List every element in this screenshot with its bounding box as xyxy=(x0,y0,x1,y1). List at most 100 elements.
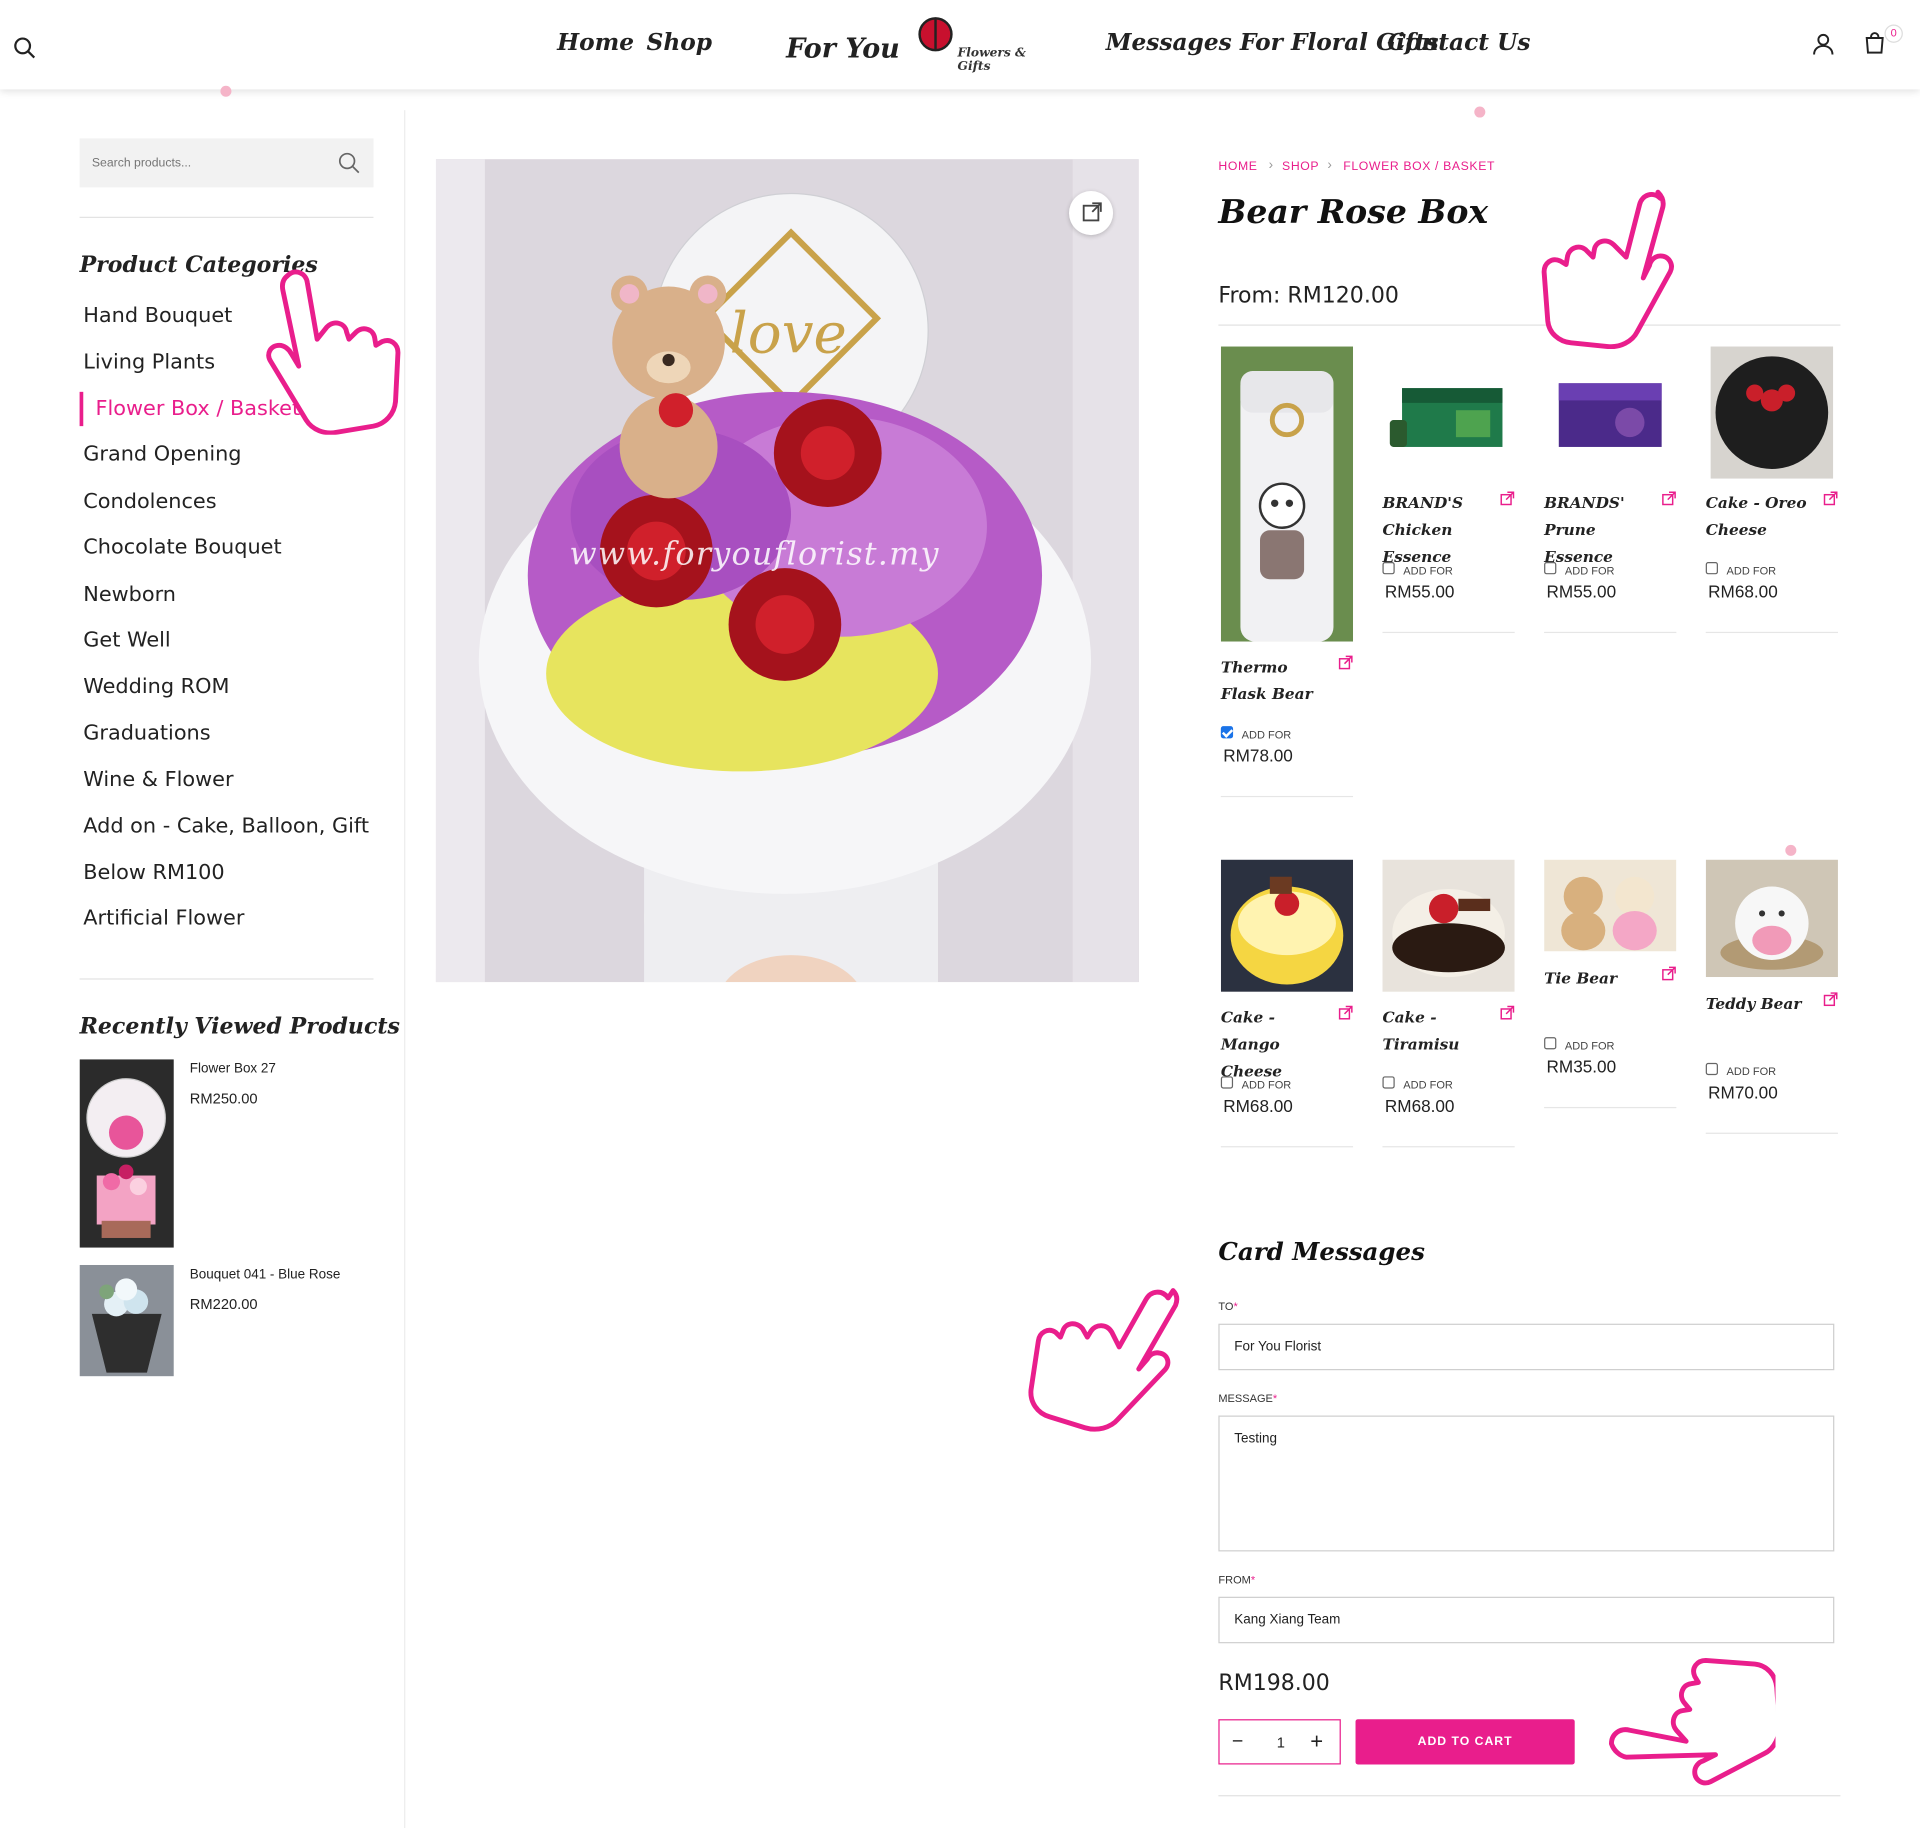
divider xyxy=(1544,631,1677,634)
divider xyxy=(1382,631,1515,634)
addon-image[interactable] xyxy=(1382,859,1515,992)
category-hand-bouquet[interactable]: Hand Bouquet xyxy=(83,304,232,328)
addon-image[interactable] xyxy=(1220,859,1354,992)
recent-product-name[interactable]: Bouquet 041 - Blue Rose xyxy=(190,1267,341,1282)
addon-checkbox[interactable] xyxy=(1220,1076,1234,1089)
addon-image[interactable] xyxy=(1220,346,1354,642)
addon-checkbox[interactable] xyxy=(1544,1037,1557,1050)
fullscreen-button[interactable] xyxy=(1068,191,1114,236)
external-link-icon[interactable] xyxy=(1500,491,1515,506)
add-to-cart-button[interactable]: ADD TO CART xyxy=(1355,1719,1575,1765)
external-link-icon[interactable] xyxy=(1338,655,1353,670)
addon-for-label: ADD FOR xyxy=(1564,1039,1615,1052)
category-chocolate-bouquet[interactable]: Chocolate Bouquet xyxy=(83,535,281,559)
breadcrumb-shop[interactable]: SHOP xyxy=(1282,160,1319,173)
category-living-plants[interactable]: Living Plants xyxy=(83,350,215,374)
addon-checkbox[interactable] xyxy=(1382,562,1395,575)
addon-for-label: ADD FOR xyxy=(1241,728,1292,741)
addon-name[interactable]: BRANDS' Prune Essence xyxy=(1544,490,1654,571)
addon-for-label: ADD FOR xyxy=(1241,1078,1292,1092)
addon-for-label: ADD FOR xyxy=(1726,1065,1777,1078)
message-field[interactable]: Testing xyxy=(1218,1415,1835,1552)
to-field[interactable]: For You Florist xyxy=(1218,1323,1835,1371)
addon-image[interactable] xyxy=(1705,346,1838,479)
from-field[interactable]: Kang Xiang Team xyxy=(1218,1596,1835,1644)
pointing-hand-icon xyxy=(1608,1657,1776,1786)
search-icon[interactable] xyxy=(338,152,360,174)
recent-product-image[interactable] xyxy=(79,1059,174,1248)
breadcrumb-home[interactable]: HOME xyxy=(1218,160,1257,173)
quantity-input[interactable]: 1 xyxy=(1269,1734,1293,1751)
to-label: TO* xyxy=(1218,1300,1238,1313)
nav-shop[interactable]: Shop xyxy=(647,29,713,56)
external-link-icon[interactable] xyxy=(1823,491,1838,506)
message-label: MESSAGE* xyxy=(1218,1392,1278,1405)
recent-product-image[interactable] xyxy=(79,1264,174,1377)
user-icon[interactable] xyxy=(1812,33,1834,55)
external-link-icon[interactable] xyxy=(1500,1005,1515,1020)
addon-name[interactable]: Teddy Bear xyxy=(1706,991,1816,1018)
category-newborn[interactable]: Newborn xyxy=(83,583,176,607)
addon-checkbox[interactable] xyxy=(1382,1076,1395,1089)
cart-icon[interactable] xyxy=(1865,32,1885,54)
addon-price: RM68.00 xyxy=(1384,1095,1455,1116)
quantity-stepper: − 1 + xyxy=(1218,1719,1341,1765)
recently-viewed-heading: Recently Viewed Products xyxy=(79,1013,400,1040)
from-label: FROM* xyxy=(1218,1573,1256,1586)
category-condolences[interactable]: Condolences xyxy=(83,490,216,514)
active-indicator xyxy=(79,391,84,427)
category-grand-opening[interactable]: Grand Opening xyxy=(83,442,241,466)
addon-name[interactable]: BRAND'S Chicken Essence xyxy=(1382,490,1492,571)
external-link-icon[interactable] xyxy=(1662,966,1677,981)
product-search xyxy=(79,138,374,188)
category-add-on[interactable]: Add on - Cake, Balloon, Gift xyxy=(83,814,369,838)
decrease-quantity-button[interactable]: − xyxy=(1232,1731,1243,1753)
addon-name[interactable]: Thermo Flask Bear xyxy=(1221,654,1331,708)
external-link-icon[interactable] xyxy=(1823,992,1838,1007)
addon-image[interactable] xyxy=(1705,859,1838,978)
image-watermark: www.foryouflorist.my xyxy=(569,536,940,574)
addon-name[interactable]: Tie Bear xyxy=(1544,965,1654,992)
nav-home[interactable]: Home xyxy=(557,29,634,56)
category-graduations[interactable]: Graduations xyxy=(83,721,210,745)
addon-price: RM55.00 xyxy=(1384,581,1455,602)
external-link-icon[interactable] xyxy=(1662,491,1677,506)
divider xyxy=(79,216,374,218)
divider xyxy=(79,978,374,980)
recent-product-price: RM250.00 xyxy=(189,1089,258,1107)
site-logo[interactable]: For You Flowers & Gifts xyxy=(784,15,1053,76)
addon-for-label: ADD FOR xyxy=(1403,564,1453,577)
divider xyxy=(1544,1106,1677,1109)
addon-name[interactable]: Cake - Tiramisu xyxy=(1382,1004,1492,1058)
divider xyxy=(1220,1146,1354,1148)
addon-image[interactable] xyxy=(1544,859,1677,952)
category-get-well[interactable]: Get Well xyxy=(83,628,170,652)
ladybug-icon xyxy=(918,17,953,52)
card-messages-heading: Card Messages xyxy=(1218,1236,1425,1267)
addon-image[interactable] xyxy=(1382,346,1515,479)
search-icon[interactable] xyxy=(13,37,36,59)
svg-text:love: love xyxy=(730,302,847,367)
recent-product-name[interactable]: Flower Box 27 xyxy=(190,1062,276,1077)
addon-name[interactable]: Cake - Mango Cheese xyxy=(1221,1004,1331,1085)
category-wedding-rom[interactable]: Wedding ROM xyxy=(83,675,229,699)
addon-checkbox[interactable] xyxy=(1705,562,1718,575)
addon-checkbox[interactable] xyxy=(1220,726,1234,739)
site-header: Home Shop For You Flowers & Gifts Messag… xyxy=(0,0,1920,90)
divider xyxy=(1220,795,1354,798)
addon-checkbox[interactable] xyxy=(1544,562,1557,575)
category-wine-flower[interactable]: Wine & Flower xyxy=(83,768,233,792)
total-price: RM198.00 xyxy=(1218,1670,1330,1696)
category-below-rm100[interactable]: Below RM100 xyxy=(83,861,224,885)
addon-for-label: ADD FOR xyxy=(1403,1078,1453,1092)
external-link-icon[interactable] xyxy=(1338,1005,1353,1020)
page: Home Shop For You Flowers & Gifts Messag… xyxy=(0,0,1920,1828)
breadcrumb-category[interactable]: FLOWER BOX / BASKET xyxy=(1343,160,1495,173)
addon-name[interactable]: Cake - Oreo Cheese xyxy=(1706,490,1816,544)
addon-checkbox[interactable] xyxy=(1705,1062,1718,1076)
increase-quantity-button[interactable]: + xyxy=(1310,1729,1323,1755)
search-input[interactable] xyxy=(79,138,325,188)
category-artificial-flower[interactable]: Artificial Flower xyxy=(83,906,244,930)
nav-contact[interactable]: Contact Us xyxy=(1387,29,1530,56)
addon-image[interactable] xyxy=(1544,346,1677,479)
